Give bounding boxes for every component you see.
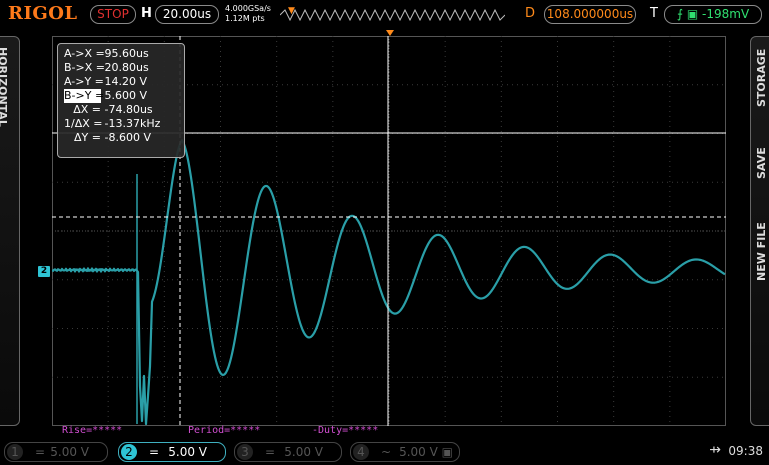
channel-3-button[interactable]: 3 = 5.00 V (234, 442, 342, 462)
cursor-row: B->Y = 5.600 V (64, 89, 178, 103)
cursor-value: -8.600 V (101, 131, 151, 144)
trigger-label: T (650, 6, 658, 21)
channel-3-scale: 5.00 V (284, 445, 323, 459)
horizontal-menu-tab[interactable]: HORIZONTAL (0, 36, 20, 426)
channel-2-button[interactable]: 2 = 5.00 V (118, 442, 226, 462)
system-clock: 09:38 (728, 444, 763, 458)
cursor-key: B->Y = (64, 89, 105, 103)
trigger-edge-icon: ⨍ ▣ (676, 7, 703, 21)
storage-menu-tab[interactable]: STORAGE SAVE NEW FILE (750, 36, 769, 426)
trigger-level: -198mV (702, 7, 750, 21)
cursor-key: A->Y = (64, 75, 104, 88)
channel-2-number: 2 (121, 444, 137, 460)
channel-2-coupling: = (149, 445, 160, 459)
cursor-value: 14.20 V (101, 75, 148, 88)
cursor-value: -13.37kHz (101, 117, 161, 130)
trigger-setting[interactable]: ⨍ ▣ -198mV (664, 5, 762, 24)
channel-3-number: 3 (237, 444, 253, 460)
sample-rate: 4.000GSa/s (225, 4, 271, 13)
horizontal-tab-label: HORIZONTAL (0, 47, 9, 127)
channel-2-offset-marker[interactable]: 2 (38, 266, 50, 277)
save-tab-label[interactable]: SAVE (755, 147, 768, 179)
rise-measurement: Rise=***** (62, 425, 123, 436)
cursor-readout-panel: A->X = 95.60us B->X = 20.80us A->Y = 14.20… (57, 43, 185, 158)
new-file-tab-label[interactable]: NEW FILE (755, 222, 768, 281)
channel-1-button[interactable]: 1 = 5.00 V (4, 442, 108, 462)
run-stop-indicator[interactable]: STOP (90, 5, 136, 24)
cursor-row: A->X = 95.60us (64, 47, 178, 61)
cursor-row: 1/ΔX = -13.37kHz (64, 117, 178, 131)
channel-bar: 1 = 5.00 V 2 = 5.00 V 3 = 5.00 V 4 ~ 5.0… (0, 440, 769, 465)
cursor-key: ΔX = (73, 103, 101, 116)
memory-waveform-overview (280, 8, 505, 22)
cursor-key: 1/ΔX = (64, 117, 103, 130)
channel-4-scale: 5.00 V ▣ (399, 445, 453, 459)
cursor-key: ΔY = (74, 131, 101, 144)
trigger-position-marker (386, 30, 394, 36)
usb-icon: ⇸ (709, 442, 721, 458)
measurement-bar: Rise=***** Period=***** -Duty=***** (52, 424, 726, 438)
channel-2-scale: 5.00 V (168, 445, 207, 459)
storage-tab-label: STORAGE (755, 48, 768, 107)
horizontal-label: H (141, 6, 152, 21)
cursor-value: 5.600 V (101, 89, 148, 102)
bandwidth-limit-icon: ▣ (441, 445, 453, 459)
timebase-value[interactable]: 20.00us (155, 5, 219, 24)
cursor-row: A->Y = 14.20 V (64, 75, 178, 89)
channel-1-scale: 5.00 V (50, 445, 89, 459)
cursor-value: -74.80us (101, 103, 153, 116)
duty-measurement: -Duty=***** (312, 425, 379, 436)
channel-4-coupling: ~ (381, 445, 392, 459)
cursor-key: A->X = (64, 47, 105, 60)
channel-4-button[interactable]: 4 ~ 5.00 V ▣ (350, 442, 460, 462)
cursor-row: ΔY = -8.600 V (64, 131, 178, 145)
cursor-value: 95.60us (101, 47, 149, 60)
period-measurement: Period=***** (188, 425, 261, 436)
channel-1-coupling: = (35, 445, 46, 459)
top-status-bar: RIGOL STOP H 20.00us 4.000GSa/s 1.12M pt… (0, 0, 769, 30)
cursor-value: 20.80us (101, 61, 149, 74)
rigol-logo: RIGOL (8, 3, 78, 24)
delay-label: D (525, 6, 536, 21)
memory-depth: 1.12M pts (225, 14, 265, 23)
cursor-row: ΔX = -74.80us (64, 103, 178, 117)
delay-value[interactable]: 108.000000us (544, 5, 636, 24)
cursor-key: B->X = (64, 61, 105, 74)
channel-4-number: 4 (353, 444, 369, 460)
cursor-row: B->X = 20.80us (64, 61, 178, 75)
channel-3-coupling: = (265, 445, 276, 459)
channel-1-number: 1 (7, 444, 23, 460)
acquisition-info: 4.000GSa/s 1.12M pts (225, 4, 271, 24)
